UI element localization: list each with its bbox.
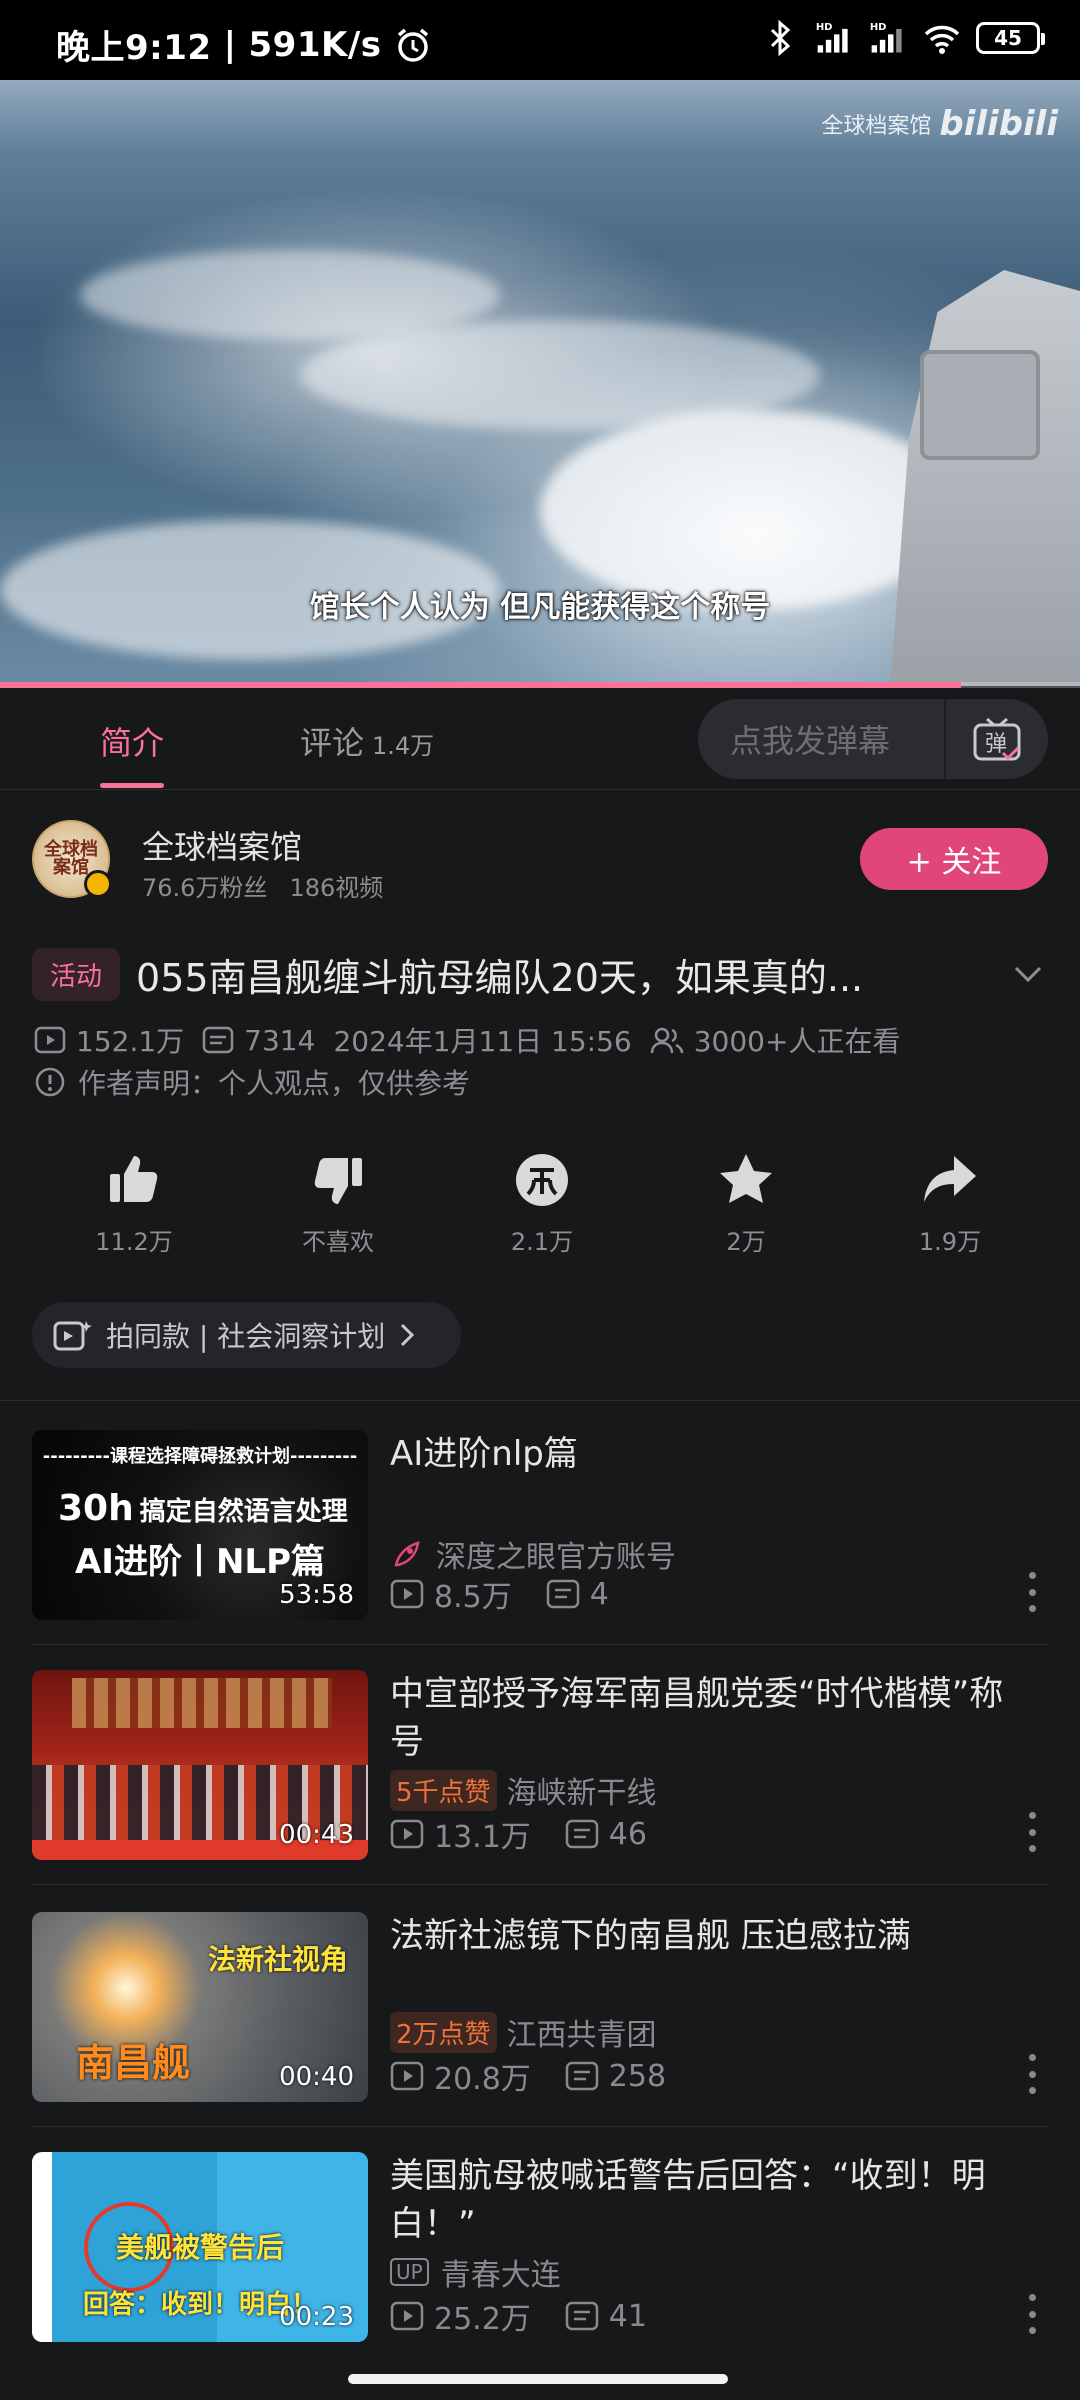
list-item[interactable]: 00:43 中宣部授予海军南昌舰党委“时代楷模”称号 5千点赞 海峡新干线 13… xyxy=(32,1670,1048,1860)
thumbs-down-icon xyxy=(314,1158,362,1204)
signal-icon-2: HD xyxy=(870,22,902,53)
play-count-icon xyxy=(390,2061,424,2091)
play-count-icon xyxy=(390,1819,424,1849)
more-options-icon[interactable] xyxy=(1024,2294,1040,2334)
list-item[interactable]: 法新社视角 南昌舰 00:40 法新社滤镜下的南昌舰 压迫感拉满 2万点赞 江西… xyxy=(32,1912,1048,2102)
home-indicator[interactable] xyxy=(348,2374,728,2384)
video-thumbnail[interactable]: 00:43 xyxy=(32,1670,368,1860)
duration-label: 00:23 xyxy=(279,2302,354,2332)
star-icon xyxy=(720,1154,772,1203)
likes-badge: 2万点赞 xyxy=(390,2011,497,2053)
more-options-icon[interactable] xyxy=(1024,2054,1040,2094)
video-stats: 152.1万 7314 2024年1月11日 15:56 3000+人正在看 xyxy=(34,1020,918,1060)
danmaku-count-icon xyxy=(546,1579,579,1609)
viewers-icon xyxy=(650,1027,683,1054)
dislike-button[interactable]: 不喜欢 xyxy=(236,1150,440,1260)
rocket-icon xyxy=(394,1541,420,1567)
activity-tag[interactable]: 活动 xyxy=(32,947,121,1001)
ship-turret xyxy=(920,350,1040,460)
video-thumbnail[interactable]: 美舰被警告后 回答：收到！明白！ 00:23 xyxy=(32,2152,368,2342)
rec-stats: 8.5万 4 xyxy=(390,1572,643,1616)
signal-icon: HD xyxy=(816,22,848,53)
danmaku-count-icon xyxy=(565,1819,599,1849)
like-button[interactable]: 11.2万 xyxy=(32,1150,236,1260)
up-badge: UP xyxy=(390,2258,429,2286)
wifi-icon xyxy=(924,25,960,54)
uploader-row[interactable]: 全球档案馆 全球档案馆 76.6万粉丝 186视频 + 关注 xyxy=(32,818,1048,902)
rec-title: 美国航母被喊话警告后回答：“收到！明白！” xyxy=(390,2156,986,2244)
detail-tabs: 简介 评论 1.4万 点我发弹幕 弹 xyxy=(0,688,1080,790)
danmaku-count-icon xyxy=(565,2301,599,2331)
likes-badge: 5千点赞 xyxy=(390,1769,497,1811)
video-watermark: 全球档案馆 bilibili xyxy=(821,104,1058,144)
danmaku-count-icon xyxy=(202,1026,234,1054)
danmu-input[interactable]: 点我发弹幕 弹 xyxy=(698,699,1048,779)
svg-text:HD: HD xyxy=(816,22,833,33)
rec-author: 深度之眼官方账号 xyxy=(390,1532,676,1576)
share-icon xyxy=(924,1156,976,1202)
status-speed: 591K/s xyxy=(248,24,382,65)
rec-stats: 20.8万 258 xyxy=(390,2054,700,2098)
list-item[interactable]: ---------课程选择障碍拯救计划--------- 30h 搞定自然语言处理… xyxy=(32,1430,1048,1620)
danmu-toggle-button[interactable]: 弹 xyxy=(944,699,1048,779)
video-title: 055南昌舰缠斗航母编队20天，如果真的... xyxy=(136,955,864,1000)
list-item[interactable]: 美舰被警告后 回答：收到！明白！ 00:23 美国航母被喊话警告后回答：“收到！… xyxy=(32,2152,1048,2342)
favorite-button[interactable]: 2万 xyxy=(644,1150,848,1260)
thumbs-up-icon xyxy=(110,1156,158,1202)
alarm-icon xyxy=(398,28,429,62)
rec-stats: 25.2万 41 xyxy=(390,2294,681,2338)
uploader-name[interactable]: 全球档案馆 xyxy=(142,822,302,868)
video-player[interactable]: 全球档案馆 bilibili 馆长个人认为 但凡能获得这个称号 xyxy=(0,80,1080,686)
duration-label: 53:58 xyxy=(279,1580,354,1610)
play-count-icon xyxy=(390,1579,424,1609)
coin-button[interactable]: 2.1万 xyxy=(440,1150,644,1260)
more-options-icon[interactable] xyxy=(1024,1812,1040,1852)
status-bar: 晚上9:12 | 591K/s HD HD 45 xyxy=(0,0,1080,80)
coin-icon xyxy=(516,1154,568,1206)
status-time: 晚上9:12 xyxy=(56,28,212,68)
publish-date: 2024年1月11日 15:56 xyxy=(333,1025,632,1058)
tab-comments[interactable]: 评论 1.4万 xyxy=(300,718,434,764)
rec-stats: 13.1万 46 xyxy=(390,1812,681,1856)
activity-chip[interactable]: 拍同款 | 社会洞察计划 xyxy=(32,1302,462,1368)
rec-title: AI进阶nlp篇 xyxy=(390,1434,578,1474)
chevron-right-icon xyxy=(401,1323,415,1347)
tab-intro[interactable]: 简介 xyxy=(100,718,165,788)
bluetooth-icon xyxy=(770,19,791,57)
danmaku-count-icon xyxy=(565,2061,599,2091)
video-thumbnail[interactable]: ---------课程选择障碍拯救计划--------- 30h 搞定自然语言处理… xyxy=(32,1430,368,1620)
video-thumbnail[interactable]: 法新社视角 南昌舰 00:40 xyxy=(32,1912,368,2102)
rec-title: 中宣部授予海军南昌舰党委“时代楷模”称号 xyxy=(390,1674,1004,1762)
play-count-icon xyxy=(34,1026,66,1054)
rec-title: 法新社滤镜下的南昌舰 压迫感拉满 xyxy=(390,1916,911,1956)
danmu-placeholder: 点我发弹幕 xyxy=(730,722,891,760)
author-notice: 作者声明：个人观点，仅供参考 xyxy=(34,1062,470,1102)
rec-author: 2万点赞 江西共青团 xyxy=(390,2010,657,2054)
duration-label: 00:43 xyxy=(279,1820,354,1850)
rec-author: 5千点赞 海峡新干线 xyxy=(390,1768,657,1812)
verified-badge-icon xyxy=(84,870,112,898)
uploader-meta: 76.6万粉丝 186视频 xyxy=(142,874,384,902)
video-title-row[interactable]: 活动 055南昌舰缠斗航母编队20天，如果真的... xyxy=(32,944,1048,1004)
battery-indicator: 45 xyxy=(976,22,1045,54)
camera-icon xyxy=(53,1321,92,1351)
svg-text:HD: HD xyxy=(870,22,887,33)
more-options-icon[interactable] xyxy=(1024,1572,1040,1612)
follow-button[interactable]: + 关注 xyxy=(860,828,1048,890)
avatar[interactable]: 全球档案馆 xyxy=(32,820,112,898)
duration-label: 00:40 xyxy=(279,2062,354,2092)
video-subtitle: 馆长个人认为 但凡能获得这个称号 xyxy=(309,590,771,625)
info-icon xyxy=(35,1067,65,1097)
chevron-down-icon[interactable] xyxy=(1008,954,1048,994)
play-count-icon xyxy=(390,2301,424,2331)
rec-author: UP 青春大连 xyxy=(390,2250,561,2294)
danmu-icon: 弹 xyxy=(973,717,1021,761)
action-bar: 11.2万 不喜欢 2.1万 2万 1.9万 xyxy=(32,1150,1048,1260)
share-button[interactable]: 1.9万 xyxy=(848,1150,1052,1260)
